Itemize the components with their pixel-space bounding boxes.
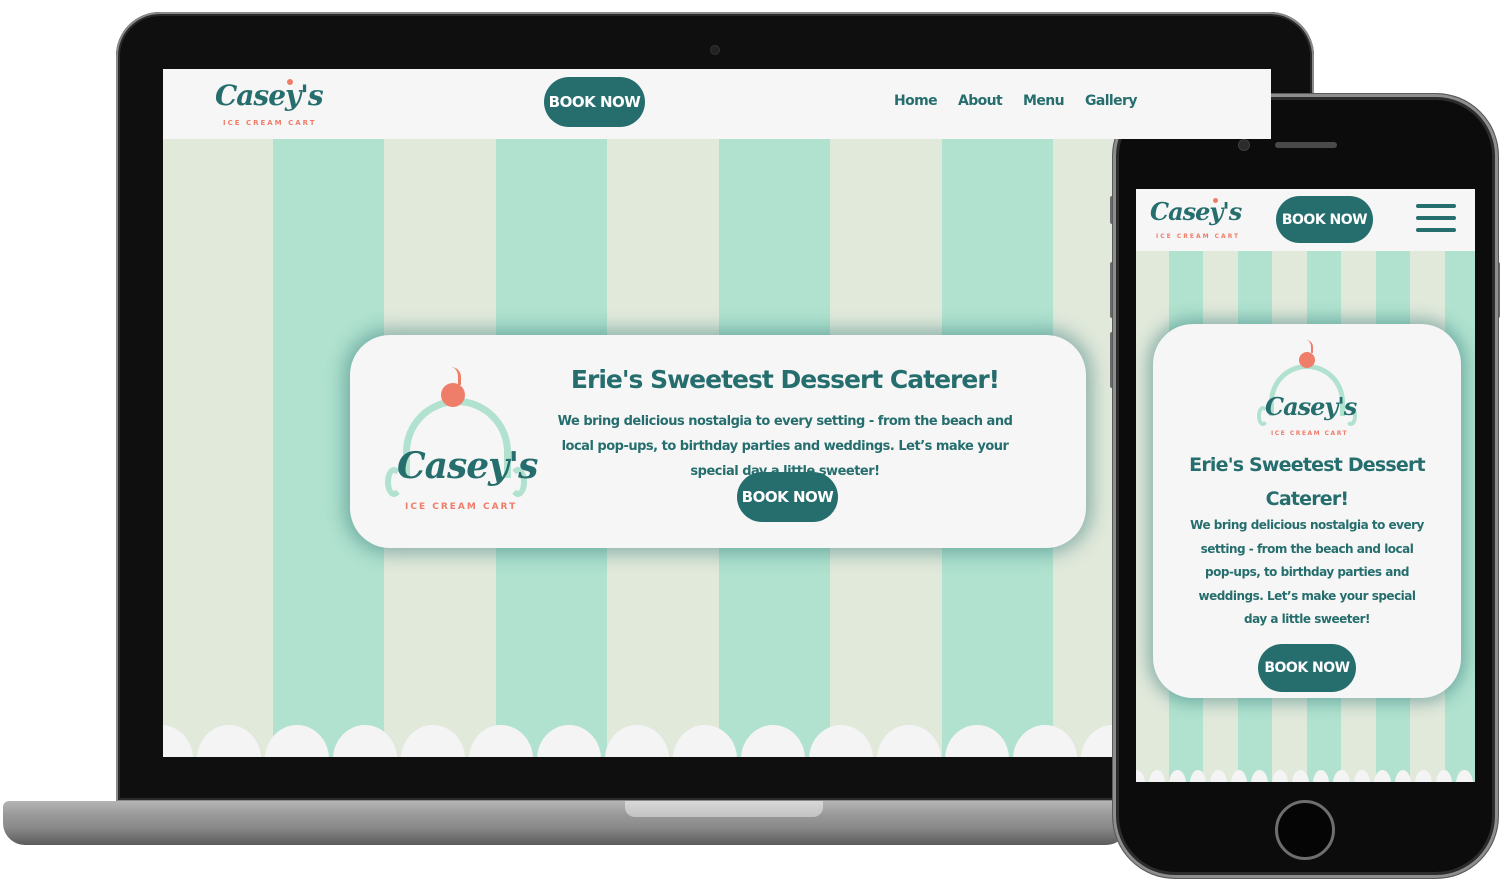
logo-tagline: ICE CREAM CART [1271, 430, 1349, 437]
scallop [741, 725, 805, 757]
scallop [1415, 770, 1432, 782]
scallop [877, 725, 941, 757]
scallop [1394, 770, 1411, 782]
scallop [265, 725, 329, 757]
desktop-header: Casey's ICE CREAM CART BOOK NOW Home Abo… [163, 69, 1271, 139]
laptop-camera-icon [711, 46, 719, 54]
cherry-icon [441, 383, 465, 407]
logo-tagline: ICE CREAM CART [405, 502, 518, 512]
cherry-icon [1299, 352, 1315, 368]
mobile-website: Casey's ICE CREAM CART BOOK NOW Casey's … [1136, 189, 1475, 782]
scallop [197, 725, 261, 757]
scallop [1251, 770, 1268, 782]
scallop [1292, 770, 1309, 782]
scallop [1333, 770, 1350, 782]
scallop [1435, 770, 1452, 782]
scallop-border [163, 721, 1271, 757]
nav-gallery[interactable]: Gallery [1085, 93, 1137, 109]
scallop [1169, 770, 1186, 782]
scallop [809, 725, 873, 757]
phone-home-button[interactable] [1275, 800, 1335, 860]
header-book-now-button[interactable]: BOOK NOW [544, 77, 645, 127]
laptop-lid-notch [625, 801, 823, 817]
hero-title: Erie's Sweetest Dessert Caterer! [1189, 454, 1426, 510]
scallop [945, 725, 1009, 757]
hero-title: Erie's Sweetest Dessert Caterer! [570, 365, 1000, 394]
desktop-website: Casey's ICE CREAM CART BOOK NOW Home Abo… [163, 69, 1271, 757]
scallop [1230, 770, 1247, 782]
scallop [1136, 770, 1145, 782]
logo-wordmark: Casey's [1150, 197, 1242, 226]
scallop [333, 725, 397, 757]
scallop [1189, 770, 1206, 782]
scallop [537, 725, 601, 757]
mobile-header-book-now-button[interactable]: BOOK NOW [1276, 196, 1373, 243]
logo-wordmark: Casey's [1265, 392, 1357, 421]
hamburger-icon[interactable] [1416, 204, 1458, 234]
hero-book-now-button[interactable]: BOOK NOW [737, 472, 838, 522]
scallop [1148, 770, 1165, 782]
scallop [1456, 770, 1473, 782]
hero-description: We bring delicious nostalgia to every se… [1190, 518, 1424, 626]
hamburger-line [1416, 228, 1456, 232]
scallop [1353, 770, 1370, 782]
scallop [1013, 725, 1077, 757]
mobile-header: Casey's ICE CREAM CART BOOK NOW [1136, 189, 1475, 251]
logo-tagline: ICE CREAM CART [223, 119, 317, 127]
laptop-base [3, 801, 1128, 845]
scallop [401, 725, 465, 757]
cherry-icon [1213, 198, 1218, 203]
nav-menu[interactable]: Menu [1023, 93, 1065, 109]
logo-wordmark: Casey's [397, 445, 538, 487]
scallop [1312, 770, 1329, 782]
nav-home[interactable]: Home [894, 93, 938, 109]
cherry-icon [287, 79, 293, 85]
header-logo[interactable]: Casey's ICE CREAM CART [1150, 195, 1242, 245]
scallop [673, 725, 737, 757]
scallop [469, 725, 533, 757]
stripe [163, 139, 273, 757]
scallop [1271, 770, 1288, 782]
hamburger-line [1416, 204, 1456, 208]
scallop [1210, 770, 1227, 782]
phone-camera-icon [1239, 140, 1249, 150]
mobile-hero-card: Casey's ICE CREAM CART Erie's Sweetest D… [1153, 324, 1461, 698]
header-logo[interactable]: Casey's ICE CREAM CART [215, 77, 324, 129]
phone-speaker [1275, 142, 1337, 148]
scallop [605, 725, 669, 757]
scallop [1374, 770, 1391, 782]
logo-tagline: ICE CREAM CART [1156, 233, 1241, 240]
mobile-hero-book-now-button[interactable]: BOOK NOW [1258, 644, 1356, 692]
scallop [163, 725, 193, 757]
nav-about[interactable]: About [958, 93, 1003, 109]
hero-card: Casey's ICE CREAM CART Erie's Sweetest D… [350, 335, 1086, 548]
hero-logo: Casey's ICE CREAM CART [1257, 340, 1357, 440]
hero-logo: Casey's ICE CREAM CART [385, 365, 538, 515]
scallop-border [1136, 764, 1475, 782]
hamburger-line [1416, 216, 1456, 220]
logo-wordmark: Casey's [215, 79, 324, 112]
